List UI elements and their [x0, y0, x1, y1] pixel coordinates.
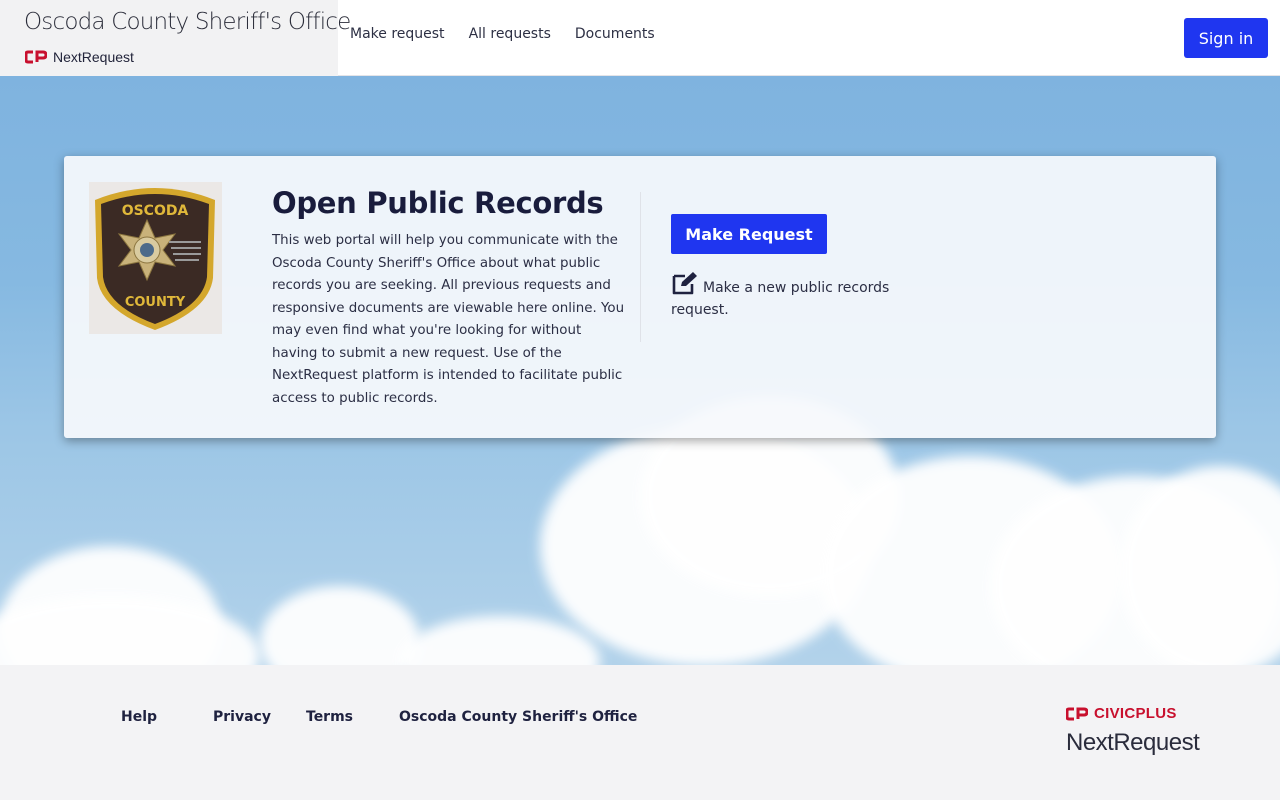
card-divider [640, 192, 641, 342]
cloud-shape [400, 616, 600, 665]
footer: Help Privacy Terms Oscoda County Sheriff… [0, 665, 1280, 800]
footer-nextrequest-label: NextRequest [1066, 729, 1200, 756]
badge-bottom-text: COUNTY [125, 295, 186, 310]
nextrequest-brand: NextRequest [25, 49, 134, 65]
nav-make-request[interactable]: Make request [350, 26, 445, 42]
top-navbar: Oscoda County Sheriff's Office NextReque… [0, 0, 1280, 76]
civicplus-label: CIVICPLUS [1094, 705, 1177, 722]
sheriff-badge: OSCODA COUNTY [89, 182, 222, 334]
brand-block[interactable]: Oscoda County Sheriff's Office NextReque… [0, 0, 351, 76]
nav-documents[interactable]: Documents [575, 26, 655, 42]
cloud-shape [260, 586, 420, 665]
make-request-hint: Make a new public records request. [671, 271, 911, 321]
civicplus-brand: CIVICPLUS [1066, 705, 1177, 722]
intro-description: This web portal will help you communicat… [272, 233, 625, 406]
make-request-hint-text: Make a new public records request. [671, 280, 890, 318]
intro-card: OSCODA COUNTY Open Public Records This w… [64, 156, 1216, 438]
nextrequest-label: NextRequest [53, 49, 134, 65]
cloud-shape [0, 596, 260, 665]
footer-link-help[interactable]: Help [121, 709, 157, 725]
sheriff-badge-image: OSCODA COUNTY [89, 182, 222, 334]
edit-icon [672, 272, 697, 295]
hero-section: OSCODA COUNTY Open Public Records This w… [0, 76, 1280, 665]
sign-in-button[interactable]: Sign in [1184, 18, 1268, 58]
nav-all-requests[interactable]: All requests [469, 26, 551, 42]
main-nav: Make request All requests Documents [350, 26, 655, 42]
civicplus-logo-icon [1066, 707, 1088, 720]
badge-top-text: OSCODA [122, 203, 189, 219]
footer-link-terms[interactable]: Terms [306, 709, 353, 725]
nextrequest-logo-icon [25, 50, 47, 64]
page-title: Open Public Records [272, 186, 604, 220]
footer-link-agency[interactable]: Oscoda County Sheriff's Office [399, 709, 637, 725]
make-request-button[interactable]: Make Request [671, 214, 827, 254]
agency-title[interactable]: Oscoda County Sheriff's Office [24, 9, 351, 35]
footer-link-privacy[interactable]: Privacy [213, 709, 271, 725]
